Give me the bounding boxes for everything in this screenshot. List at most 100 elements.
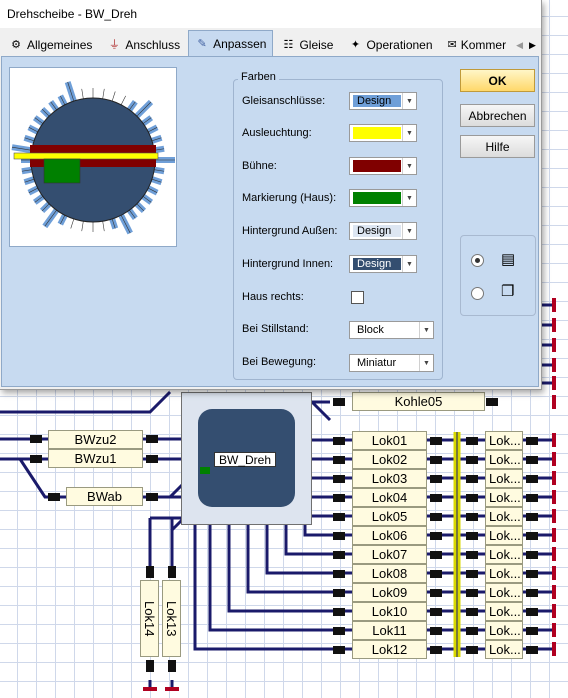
block-lok-1[interactable]: Lok01 [352,431,427,450]
signal-marker [526,475,538,483]
color-gleisanschluesse[interactable]: Design ▼ [349,92,417,110]
farben-group-title: Farben [238,71,279,83]
chevron-down-icon: ▼ [419,355,433,371]
signal-marker [466,570,478,578]
brush-icon: ✎ [197,37,207,50]
signal-marker [526,589,538,597]
help-button[interactable]: Hilfe [460,135,535,158]
signal-marker [333,646,345,654]
signal-marker [430,608,442,616]
block-lok-short[interactable]: Lok... [485,621,523,640]
block-bwzu1[interactable]: BWzu1 [48,449,143,468]
block-lok-10[interactable]: Lok10 [352,602,427,621]
tab-anschluss[interactable]: ⏚ Anschluss [100,33,187,56]
signal-marker [333,570,345,578]
signal-marker [466,475,478,483]
chevron-down-icon: ▼ [402,125,416,141]
track-segment [310,400,332,422]
plug-icon: ⏚ [108,39,120,51]
view-detail-radio[interactable] [471,254,484,267]
signal-marker [430,475,442,483]
tab-kommentar[interactable]: ✉ Kommer [441,33,513,56]
block-lok-4[interactable]: Lok04 [352,488,427,507]
bewegung-value: Miniatur [357,357,397,369]
tab-allgemeines[interactable]: ⚙ Allgemeines [2,33,99,56]
view-overlap-radio[interactable] [471,287,484,300]
block-bwzu2[interactable]: BWzu2 [48,430,143,449]
block-lok-short[interactable]: Lok... [485,450,523,469]
haus-rechts-checkbox[interactable] [351,291,364,304]
preview-light [13,152,159,160]
tracks-icon: ☷ [283,39,294,51]
block-lok-8[interactable]: Lok08 [352,564,427,583]
color-ausleuchtung[interactable]: ▼ [349,124,417,142]
signal-marker [333,513,345,521]
signal-marker [333,589,345,597]
signal-marker [526,456,538,464]
stillstand-value: Block [357,324,384,336]
signal-marker [526,437,538,445]
color-markierung[interactable]: ▼ [349,189,417,207]
signal-marker [466,532,478,540]
tab-gleise[interactable]: ☷ Gleise [274,33,340,56]
ok-button[interactable]: OK [460,69,535,92]
list-detail-icon: ▤ [501,251,516,268]
signal-marker [333,532,345,540]
block-lok-short[interactable]: Lok... [485,431,523,450]
block-lok-short[interactable]: Lok... [485,640,523,659]
chevron-down-icon: ▼ [402,190,416,206]
tab-operationen[interactable]: ✦ Operationen [341,33,439,56]
signal-marker [333,475,345,483]
block-lok-short[interactable]: Lok... [485,526,523,545]
signal-marker [430,570,442,578]
signal-marker [466,627,478,635]
color-hintergrund-innen[interactable]: Design ▼ [349,255,417,273]
block-lok-short[interactable]: Lok... [485,583,523,602]
color-buehne[interactable]: ▼ [349,157,417,175]
signal-marker [466,513,478,521]
block-bwab[interactable]: BWab [66,487,143,506]
block-lok-5[interactable]: Lok05 [352,507,427,526]
block-lok-12[interactable]: Lok12 [352,640,427,659]
windows-cascade-icon: ❐ [501,283,515,300]
block-lok-3[interactable]: Lok03 [352,469,427,488]
swatch: Design [353,258,401,270]
tab-scroll-left-icon[interactable]: ◀ [513,34,526,56]
chevron-down-icon: ▼ [419,322,433,338]
chevron-down-icon: ▼ [402,158,416,174]
block-lok-6[interactable]: Lok06 [352,526,427,545]
swatch [353,160,401,172]
block-lok-short[interactable]: Lok... [485,564,523,583]
chevron-down-icon: ▼ [402,223,416,239]
signal-marker [466,608,478,616]
signal-marker [466,551,478,559]
tab-scroll-right-icon[interactable]: ▶ [526,34,539,56]
block-lok13[interactable]: Lok13 [162,580,181,657]
block-lok-short[interactable]: Lok... [485,507,523,526]
swatch [353,192,401,204]
signal-marker [466,494,478,502]
cancel-button[interactable]: Abbrechen [460,104,535,127]
block-lok-short[interactable]: Lok... [485,469,523,488]
block-lok-short[interactable]: Lok... [485,602,523,621]
block-lok-short[interactable]: Lok... [485,545,523,564]
block-lok-7[interactable]: Lok07 [352,545,427,564]
signal-marker [526,570,538,578]
block-lok-9[interactable]: Lok09 [352,583,427,602]
block-lok-short[interactable]: Lok... [485,488,523,507]
signal-marker [430,532,442,540]
tab-anpassen[interactable]: ✎ Anpassen [188,30,274,56]
farben-group: Farben Gleisanschlüsse: Design ▼ Ausleuch… [233,71,443,380]
signal-marker [333,551,345,559]
stillstand-select[interactable]: Block ▼ [349,321,434,339]
color-hintergrund-aussen[interactable]: Design ▼ [349,222,417,240]
bewegung-select[interactable]: Miniatur ▼ [349,354,434,372]
signal-marker [430,589,442,597]
block-lok14[interactable]: Lok14 [140,580,159,657]
block-kohle05[interactable]: Kohle05 [352,392,485,411]
turntable-bw-dreh[interactable]: BW_Dreh [181,392,312,525]
swatch: Design [353,95,401,107]
dialog-titlebar[interactable]: Drehscheibe - BW_Dreh [0,0,541,28]
block-lok-11[interactable]: Lok11 [352,621,427,640]
block-lok-2[interactable]: Lok02 [352,450,427,469]
